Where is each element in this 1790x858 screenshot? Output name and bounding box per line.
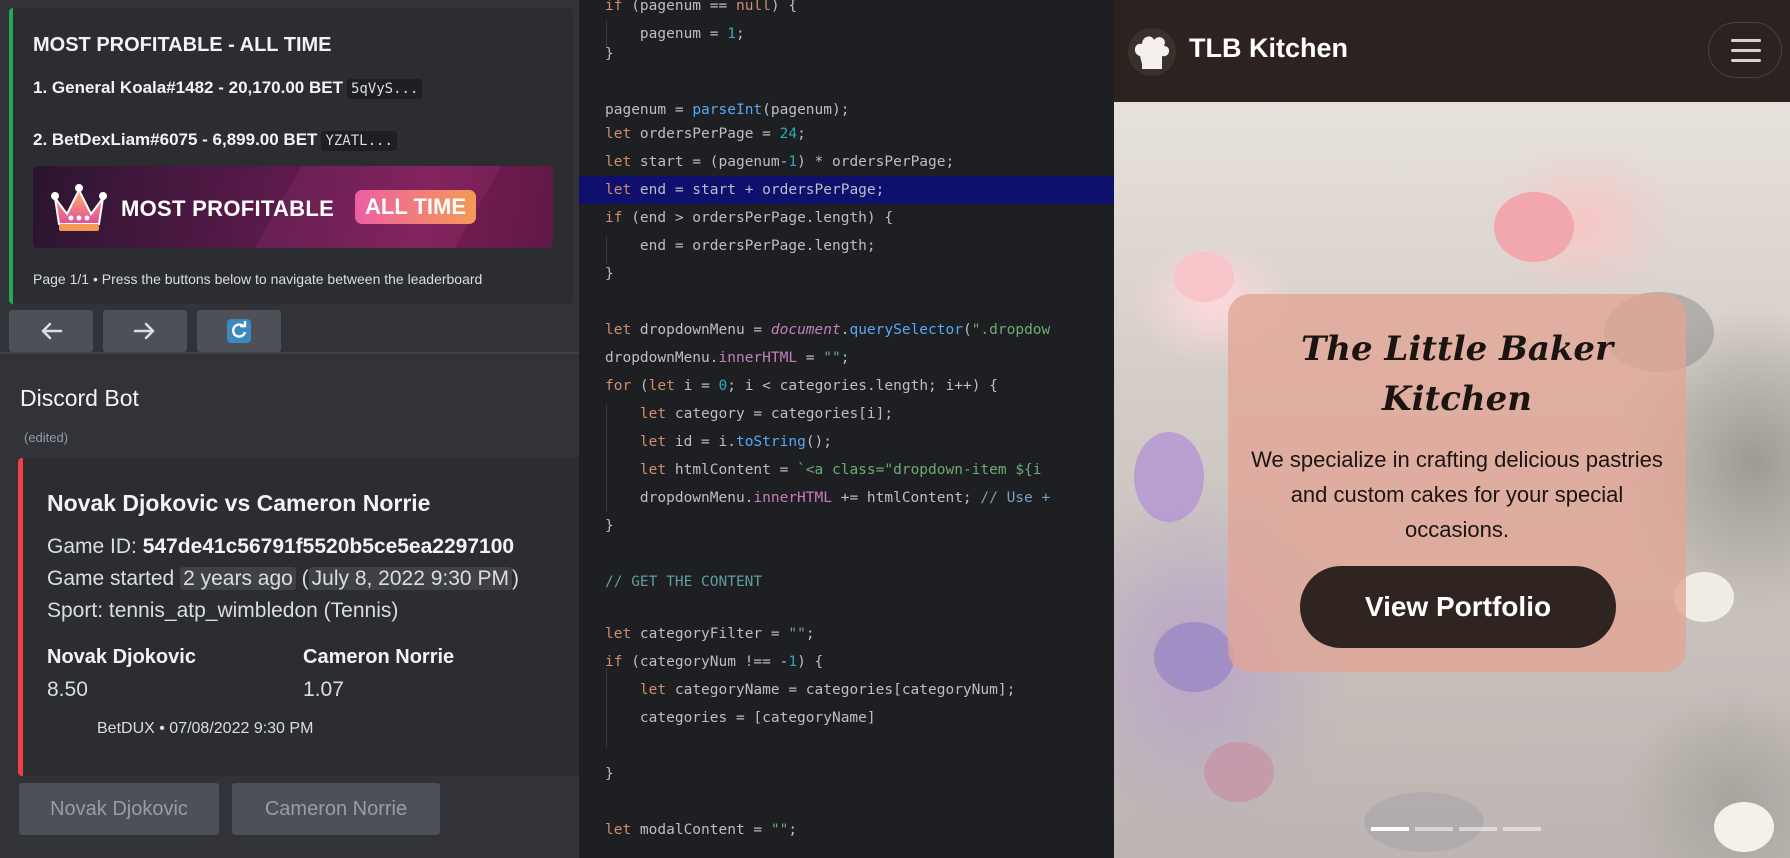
crown-icon [51, 184, 107, 231]
code-line[interactable]: } [605, 260, 614, 288]
code-line[interactable]: let end = start + ordersPerPage; [605, 176, 884, 204]
code-line[interactable]: let ordersPerPage = 24; [605, 120, 806, 148]
code-line[interactable]: } [605, 512, 614, 540]
brand-name[interactable]: TLB Kitchen [1189, 33, 1348, 64]
carousel-indicator-4[interactable] [1503, 827, 1541, 831]
banner-pill: ALL TIME [355, 190, 477, 224]
away-player-odds: 1.07 [303, 678, 344, 701]
code-line[interactable]: let id = i.toString(); [605, 428, 832, 456]
arrow-right-icon [133, 322, 155, 340]
hero-card: The Little Baker Kitchen We specialize i… [1228, 294, 1686, 672]
game-id-value: 547de41c56791f5520b5ce5ea2297100 [142, 535, 515, 558]
website-preview: TLB Kitchen The Little Baker Kitchen We … [1114, 0, 1790, 858]
entry-text: 2. BetDexLiam#6075 - 6,899.00 BET [33, 130, 318, 149]
code-line[interactable]: let categoryFilter = ""; [605, 620, 815, 648]
leaderboard-banner: MOST PROFITABLE ALL TIME [33, 166, 553, 248]
home-player-name: Novak Djokovic [47, 646, 196, 668]
code-line[interactable]: let start = (pagenum-1) * ordersPerPage; [605, 148, 954, 176]
code-line[interactable]: pagenum = 1; [605, 20, 745, 48]
code-line[interactable]: for (let i = 0; i < categories.length; i… [605, 372, 998, 400]
previous-page-button[interactable] [9, 310, 93, 352]
code-line[interactable]: // GET THE CONTENT [605, 568, 762, 596]
refresh-icon [227, 319, 251, 343]
code-line[interactable]: if (end > ordersPerPage.length) { [605, 204, 893, 232]
hero-carousel: The Little Baker Kitchen We specialize i… [1114, 102, 1790, 858]
banner-text: MOST PROFITABLE [121, 196, 335, 221]
site-navbar: TLB Kitchen [1114, 0, 1790, 102]
bet-djokovic-button[interactable]: Novak Djokovic [19, 783, 219, 835]
match-footer: BetDUX • 07/08/2022 9:30 PM [97, 720, 314, 737]
match-title: Novak Djokovic vs Cameron Norrie [47, 490, 431, 516]
leaderboard-entry: 1. General Koala#1482 - 20,170.00 BET 5qV… [33, 78, 423, 99]
carousel-indicator-3[interactable] [1459, 827, 1497, 831]
carousel-indicator-2[interactable] [1415, 827, 1453, 831]
game-id-row: Game ID: 547de41c56791f5520b5ce5ea229710… [47, 535, 515, 558]
view-portfolio-button[interactable]: View Portfolio [1300, 566, 1616, 648]
bot-username[interactable]: Discord Bot [20, 385, 139, 412]
code-line[interactable]: let category = categories[i]; [605, 400, 893, 428]
code-line[interactable]: dropdownMenu.innerHTML += htmlContent; /… [605, 484, 1050, 512]
wallet-code: YZATL... [321, 131, 397, 151]
code-line[interactable]: if (categoryNum !== -1) { [605, 648, 823, 676]
hero-title: The Little Baker Kitchen [1301, 329, 1613, 419]
code-line[interactable]: } [605, 40, 614, 68]
code-line[interactable]: let dropdownMenu = document.querySelecto… [605, 316, 1050, 344]
sport-row: Sport: tennis_atp_wimbledon (Tennis) [47, 599, 399, 622]
code-line[interactable]: let modalContent = ""; [605, 816, 797, 844]
code-line[interactable]: let categoryName = categories[categoryNu… [605, 676, 1015, 704]
code-line[interactable]: categories = [categoryName] [605, 704, 876, 732]
carousel-indicator-1[interactable] [1371, 827, 1409, 831]
chef-hat-logo-icon[interactable] [1126, 26, 1178, 78]
wallet-code: 5qVyS... [346, 79, 423, 99]
code-editor[interactable]: if (pagenum == null) { pagenum = 1; } pa… [579, 0, 1114, 858]
bet-norrie-button[interactable]: Cameron Norrie [232, 783, 440, 835]
absolute-timestamp[interactable]: July 8, 2022 9:30 PM [308, 567, 512, 590]
code-line[interactable]: dropdownMenu.innerHTML = ""; [605, 344, 849, 372]
game-started-row: Game started 2 years ago (July 8, 2022 9… [47, 567, 519, 590]
home-player-odds: 8.50 [47, 678, 88, 701]
entry-text: 1. General Koala#1482 - 20,170.00 BET [33, 78, 343, 97]
hero-description: We specialize in crafting delicious past… [1251, 447, 1663, 542]
refresh-button[interactable] [197, 310, 281, 352]
code-line[interactable]: let htmlContent = `<a class="dropdown-it… [605, 456, 1042, 484]
message-divider [0, 352, 579, 354]
edited-label: (edited) [24, 430, 69, 445]
hamburger-menu-button[interactable] [1708, 22, 1782, 78]
leaderboard-title: MOST PROFITABLE - ALL TIME [33, 34, 332, 56]
leaderboard-entry: 2. BetDexLiam#6075 - 6,899.00 BET YZATL..… [33, 130, 397, 151]
away-player-name: Cameron Norrie [303, 646, 455, 668]
leaderboard-embed: MOST PROFITABLE - ALL TIME 1. General Ko… [9, 8, 573, 304]
next-page-button[interactable] [103, 310, 187, 352]
arrow-left-icon [41, 322, 63, 340]
leaderboard-footer: Page 1/1 • Press the buttons below to na… [33, 271, 483, 287]
discord-panel: MOST PROFITABLE - ALL TIME 1. General Ko… [0, 0, 579, 858]
match-embed: Novak Djokovic vs Cameron Norrie Game ID… [18, 458, 579, 776]
code-line[interactable]: if (pagenum == null) { [605, 0, 797, 20]
relative-timestamp[interactable]: 2 years ago [180, 567, 296, 590]
code-line[interactable]: end = ordersPerPage.length; [605, 232, 876, 260]
code-line[interactable]: } [605, 760, 614, 788]
